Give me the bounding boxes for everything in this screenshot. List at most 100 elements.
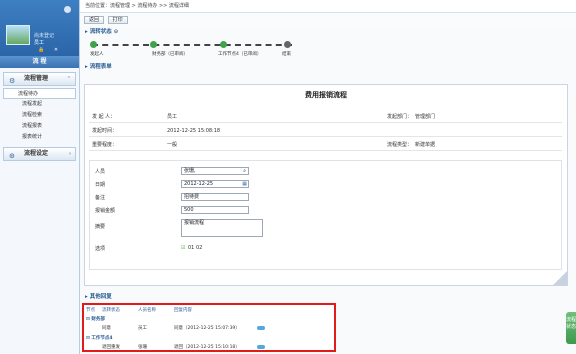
user-name: 员工: [34, 40, 45, 46]
step-label: 财务部（已审阅）: [152, 52, 188, 57]
info-value: 管理部门: [415, 114, 436, 120]
sidebar-item-label: 报表统计: [22, 134, 43, 140]
menu-group-label: 流程管理: [24, 75, 49, 82]
field-label: 选项: [95, 246, 106, 252]
section-label: 流转状态: [89, 29, 112, 35]
sidebar: 尚未登记 员工 🔒 ✕ 流 程 ⚙ 流程管理 ⌃ 流程待办 流程发起 流程检索 …: [0, 0, 80, 354]
sidebar-item-label: 流程检索: [22, 112, 43, 118]
calendar-icon[interactable]: ▦: [242, 181, 247, 187]
step-label: 发起人: [90, 52, 104, 57]
comment-status: 同意: [102, 326, 111, 331]
field-row: 人员 张珊, ⌕: [95, 167, 275, 175]
user-box: 尚未登记 员工 🔒 ✕: [0, 0, 79, 56]
info-row: 发起时间： 2012-12-25 15:08:18: [89, 125, 562, 137]
field-row: 选项 ☑ 01 02: [95, 245, 275, 252]
field-label: 摘要: [95, 224, 106, 230]
settings-icon: ⊙: [9, 152, 15, 160]
breadcrumb: 当前位置：流程管理 > 流程待办 >> 流程详细: [80, 0, 576, 13]
sidebar-item-label: 流程报表: [22, 123, 43, 129]
flow-status-side-tab[interactable]: 流程状态: [566, 312, 576, 344]
sidebar-item-report[interactable]: 流程报表: [0, 121, 79, 132]
comment-bubble-icon[interactable]: [257, 326, 265, 330]
step-node-icon: [90, 41, 97, 48]
toolbar: 返回 打印: [80, 13, 576, 27]
section-label: 其他回复: [89, 294, 112, 300]
node-name: 工作节点4: [91, 336, 113, 341]
field-row: 日期 2012-12-25 ▦: [95, 180, 275, 188]
column-header: 回复内容: [174, 308, 192, 313]
menu-group-flow-settings[interactable]: ⊙ 流程设定 ›: [3, 147, 76, 161]
column-header: 流转状态: [102, 308, 120, 313]
sidebar-item-start[interactable]: 流程发起: [0, 99, 79, 110]
section-label: 流程表单: [89, 64, 112, 70]
person-field[interactable]: 张珊, ⌕: [181, 167, 249, 175]
column-header: 节点: [86, 308, 95, 313]
amount-field[interactable]: 500: [181, 206, 249, 214]
info-row: 重要程度： 一般 流程类型： 新建单据: [89, 139, 562, 151]
date-field[interactable]: 2012-12-25 ▦: [181, 180, 249, 188]
field-row: 报销金额 500: [95, 206, 275, 214]
step-node-icon: [150, 41, 157, 48]
step-node-icon: [220, 41, 227, 48]
sidebar-item-label: 流程发起: [22, 101, 43, 107]
menu-group-label: 流程设定: [24, 150, 49, 157]
comment-content: 退回（2012-12-25 15:10:18）: [174, 345, 240, 350]
checkbox-icon[interactable]: ☑: [181, 245, 185, 251]
node-group[interactable]: ⊟ 财务部: [86, 316, 105, 322]
search-icon[interactable]: ⌕: [243, 168, 246, 174]
comment-bubble-icon[interactable]: [257, 345, 265, 349]
field-value: 2012-12-25: [184, 181, 214, 187]
sidebar-item-todo[interactable]: 流程待办: [3, 88, 76, 99]
comment-person: 张珊: [138, 345, 147, 350]
info-value: 一般: [167, 142, 178, 148]
options-value: 01 02: [188, 245, 203, 251]
info-label: 流程类型：: [387, 142, 413, 148]
column-header: 人员名称: [138, 308, 156, 313]
field-label: 报销金额: [95, 208, 116, 214]
back-button[interactable]: 返回: [84, 16, 105, 24]
step-label: 工作节点4（已审阅）: [218, 52, 262, 57]
form-fields: 人员 张珊, ⌕ 日期 2012-12-25 ▦ 备注 招待费 报销金额 500 摘…: [89, 160, 562, 270]
welcome-text: 尚未登记: [34, 33, 55, 39]
summary-textarea[interactable]: 报销流程: [181, 219, 263, 237]
field-row: 备注 招待费: [95, 193, 275, 201]
step-label: 结束: [282, 52, 291, 57]
flow-manage-icon: ⚙: [9, 77, 16, 85]
user-icons[interactable]: 🔒 ✕: [38, 47, 62, 53]
info-row: 发 起 人： 员工 发起部门： 管理部门: [89, 111, 562, 123]
info-label: 发起部门：: [387, 114, 413, 120]
info-label: 发起时间：: [92, 128, 118, 134]
page-fold: [553, 271, 567, 285]
main-menu-title: 流 程: [0, 56, 79, 68]
field-label: 人员: [95, 169, 106, 175]
chevron-up-icon: ⌃: [66, 76, 71, 82]
info-value: 2012-12-25 15:08:18: [167, 128, 221, 134]
print-button[interactable]: 打印: [107, 16, 128, 24]
node-group[interactable]: ⊟ 工作节点4: [86, 335, 112, 341]
sidebar-item-label: 流程待办: [18, 91, 39, 97]
avatar: [6, 25, 30, 45]
comment-status: 退回重发: [102, 345, 120, 350]
form-panel: 费用报销流程 发 起 人： 员工 发起部门： 管理部门 发起时间： 2012-1…: [84, 84, 568, 286]
info-label: 发 起 人：: [92, 114, 116, 120]
form-title: 费用报销流程: [305, 91, 347, 99]
remark-field[interactable]: 招待费: [181, 193, 249, 201]
chevron-right-icon: ›: [68, 151, 71, 157]
sidebar-item-stats[interactable]: 报表统计: [0, 132, 79, 143]
comment-content: 同意（2012-12-25 15:07:39）: [174, 326, 240, 331]
menu-group-flow-manage[interactable]: ⚙ 流程管理 ⌃: [3, 72, 76, 86]
field-row: 摘要 报销流程: [95, 219, 275, 237]
info-value: 新建单据: [415, 142, 436, 148]
info-value: 员工: [167, 114, 178, 120]
other-replies-title[interactable]: ▸ 其他回复: [85, 292, 112, 300]
comments-table: 节点 流转状态 人员名称 回复内容 ⊟ 财务部 同意 员工 同意（2012-12…: [82, 303, 336, 352]
flow-line: [92, 44, 292, 46]
collapse-icon[interactable]: [64, 6, 71, 13]
end-node-icon: [284, 41, 291, 48]
flow-form-title[interactable]: ▸ 流程表单: [80, 62, 576, 73]
field-value: 张珊,: [184, 168, 196, 174]
field-label: 备注: [95, 195, 106, 201]
flow-status-title[interactable]: ▸ 流转状态 ⊙: [80, 27, 576, 38]
node-name: 财务部: [91, 317, 105, 322]
sidebar-item-search[interactable]: 流程检索: [0, 110, 79, 121]
